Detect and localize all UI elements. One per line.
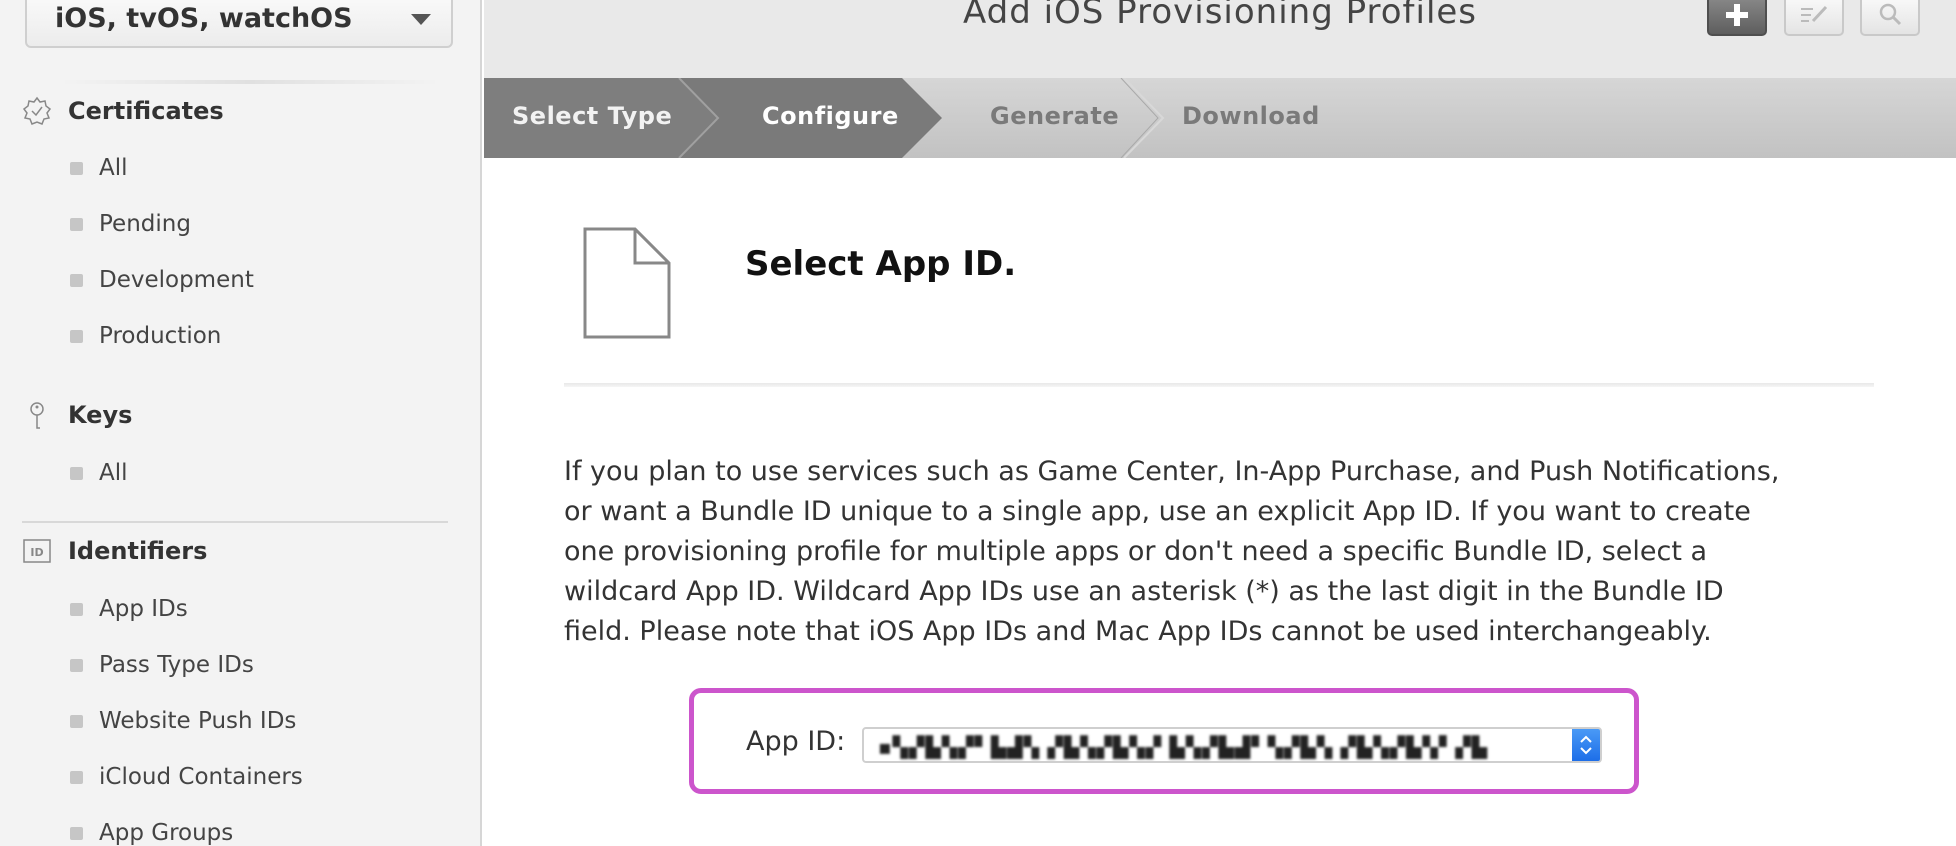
page-header: Add iOS Provisioning Profiles — [484, 0, 1956, 78]
bullet-icon — [70, 826, 83, 840]
sidebar-item-website-push-ids[interactable]: Website Push IDs — [70, 708, 296, 734]
section-certificates[interactable]: Certificates — [22, 96, 224, 126]
bullet-icon — [70, 714, 83, 728]
bullet-icon — [70, 273, 83, 287]
search-button[interactable] — [1860, 0, 1920, 36]
document-icon — [583, 227, 671, 339]
sidebar-item-label: App Groups — [99, 820, 234, 846]
section-title: Select App ID. — [745, 244, 1017, 284]
bullet-icon — [70, 329, 83, 343]
sidebar-item-label: iCloud Containers — [99, 764, 303, 790]
bullet-icon — [70, 602, 83, 616]
chevron-down-icon — [411, 14, 431, 25]
key-icon — [30, 402, 44, 429]
certificate-badge-icon — [22, 96, 52, 125]
sidebar-item-pending[interactable]: Pending — [70, 211, 191, 237]
bullet-icon — [70, 770, 83, 784]
app-id-select[interactable]: ▪▚▞▙▚▞▘▙▟▚ ▞▙▚▞▙▚▞ ▙▚▞▙▟▘▚▞▙▚ ▞▙▚▞▙▚▘▞▙ — [862, 727, 1602, 763]
bullet-icon — [70, 658, 83, 672]
sidebar-item-label: App IDs — [99, 596, 188, 622]
sidebar-item-label: Pending — [99, 211, 191, 237]
sidebar-item-icloud-containers[interactable]: iCloud Containers — [70, 764, 303, 790]
sidebar-item-keys-all[interactable]: All — [70, 460, 128, 486]
sidebar-divider — [22, 521, 448, 523]
edit-icon — [1801, 5, 1828, 23]
sidebar-item-label: Website Push IDs — [99, 708, 297, 734]
section-title-keys: Keys — [68, 401, 133, 429]
section-title-identifiers: Identifiers — [68, 537, 208, 565]
app-id-value: ▪▚▞▙▚▞▘▙▟▚ ▞▙▚▞▙▚▞ ▙▚▞▙▟▘▚▞▙▚ ▞▙▚▞▙▚▘▞▙ — [878, 735, 1488, 759]
add-button[interactable] — [1707, 0, 1767, 36]
sidebar-item-label: Pass Type IDs — [99, 652, 254, 678]
bullet-icon — [70, 466, 83, 480]
sidebar-item-pass-type-ids[interactable]: Pass Type IDs — [70, 652, 254, 678]
sidebar-item-certificates-all[interactable]: All — [70, 155, 128, 181]
section-title-certificates: Certificates — [68, 97, 224, 125]
bullet-icon — [70, 161, 83, 175]
step-configure: Configure — [762, 102, 899, 130]
section-keys[interactable]: Keys — [22, 400, 132, 430]
sidebar-item-label: Production — [99, 323, 222, 349]
app-id-highlight-box: App ID: ▪▚▞▙▚▞▘▙▟▚ ▞▙▚▞▙▚▞ ▙▚▞▙▟▘▚▞▙▚ ▞▙… — [689, 688, 1639, 794]
platform-select[interactable]: iOS, tvOS, watchOS — [25, 0, 453, 48]
content-divider — [564, 383, 1874, 387]
wizard-steps: Select Type Configure Generate Download — [484, 78, 1956, 158]
step-download: Download — [1182, 102, 1320, 130]
search-icon — [1879, 3, 1902, 26]
platform-select-label: iOS, tvOS, watchOS — [55, 2, 353, 34]
sidebar-item-production[interactable]: Production — [70, 323, 221, 349]
id-icon: ID — [23, 539, 51, 563]
bullet-icon — [70, 217, 83, 231]
app-id-label: App ID: — [746, 726, 846, 757]
sidebar-item-label: All — [99, 155, 128, 181]
sidebar: iOS, tvOS, watchOS Certificates All Pend… — [0, 0, 482, 846]
step-select-type: Select Type — [512, 102, 673, 130]
description-text: If you plan to use services such as Game… — [564, 456, 1780, 647]
select-arrows-icon — [1572, 729, 1600, 761]
edit-button[interactable] — [1784, 0, 1844, 36]
sidebar-item-app-ids[interactable]: App IDs — [70, 596, 188, 622]
sidebar-item-label: Development — [99, 267, 254, 293]
sidebar-item-label: All — [99, 460, 128, 486]
step-generate: Generate — [990, 102, 1120, 130]
add-icon — [1726, 4, 1748, 26]
sidebar-item-development[interactable]: Development — [70, 267, 254, 293]
sidebar-item-app-groups[interactable]: App Groups — [70, 820, 233, 846]
section-identifiers[interactable]: ID Identifiers — [22, 536, 207, 566]
sidebar-divider-shadow — [60, 80, 440, 84]
svg-text:ID: ID — [30, 546, 43, 559]
